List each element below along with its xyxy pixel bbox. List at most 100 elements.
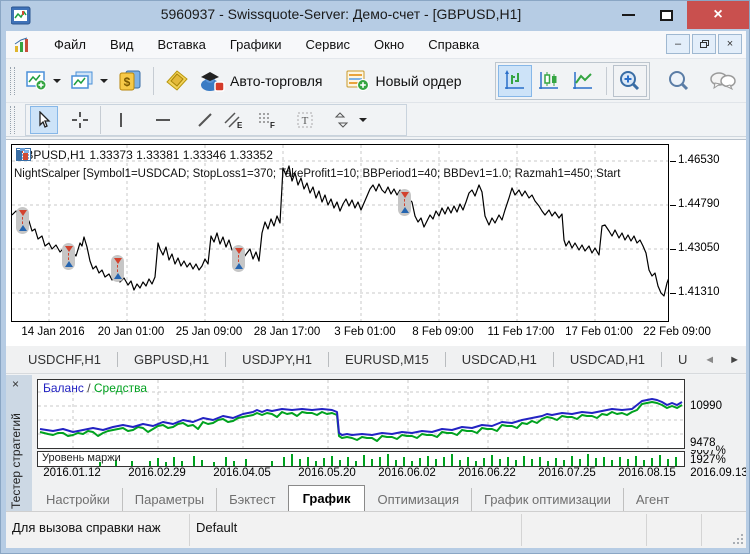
autotrading-icon bbox=[199, 70, 225, 92]
trade-connector bbox=[22, 217, 23, 224]
svg-text:E: E bbox=[237, 121, 243, 129]
tester-close-icon[interactable]: × bbox=[12, 377, 19, 391]
new-chart-dropdown-icon[interactable] bbox=[53, 79, 61, 83]
app-icon bbox=[11, 5, 32, 26]
candlestick-chart-button[interactable] bbox=[532, 65, 566, 97]
equidistant-channel-tool-button[interactable]: E bbox=[219, 106, 247, 134]
buy-arrow-icon bbox=[114, 273, 122, 279]
tab-scroll-left-icon[interactable]: ◄ bbox=[704, 354, 715, 366]
tester-tab-optimization-graph[interactable]: График оптимизации bbox=[471, 488, 623, 511]
profiles-dropdown-icon[interactable] bbox=[100, 79, 108, 83]
toolbar-separator bbox=[153, 67, 154, 95]
trade-marker bbox=[232, 245, 245, 272]
menu-tools[interactable]: Сервис bbox=[294, 37, 363, 52]
chart-tab-usdchf[interactable]: USDCHF,H1 bbox=[12, 352, 117, 367]
chart-tab-usdcad-1[interactable]: USDCAD,H1 bbox=[445, 352, 553, 367]
sell-arrow-icon bbox=[401, 192, 409, 198]
bar-chart-button[interactable] bbox=[498, 65, 532, 97]
mdi-minimize-button[interactable]: – bbox=[666, 34, 690, 54]
price-chart[interactable]: GBPUSD,H1 1.33373 1.33381 1.33346 1.3335… bbox=[11, 144, 669, 322]
tab-scroll-right-icon[interactable]: ► bbox=[729, 354, 740, 366]
cursor-tool-button[interactable] bbox=[30, 106, 58, 134]
menu-window[interactable]: Окно bbox=[362, 37, 416, 52]
toolbar-drag-handle[interactable] bbox=[10, 106, 15, 134]
horizontal-line-tool-button[interactable] bbox=[149, 106, 177, 134]
chart-tab-usdcad-2[interactable]: USDCAD,H1 bbox=[553, 352, 661, 367]
menu-view[interactable]: Вид bbox=[98, 37, 146, 52]
menu-charts[interactable]: Графики bbox=[218, 37, 294, 52]
trade-connector bbox=[117, 265, 118, 272]
menu-insert[interactable]: Вставка bbox=[146, 37, 218, 52]
tester-tab-agent[interactable]: Агент bbox=[623, 488, 682, 511]
title-bar: 5960937 - Swissquote-Server: Демо-счет -… bbox=[1, 1, 749, 31]
cursor-icon bbox=[35, 111, 53, 129]
profiles-icon bbox=[71, 71, 95, 91]
close-button[interactable]: × bbox=[687, 1, 749, 29]
mdi-close-button[interactable]: × bbox=[718, 34, 742, 54]
arrows-icon bbox=[334, 111, 352, 129]
chart-tab-usdjpy[interactable]: USDJPY,H1 bbox=[225, 352, 328, 367]
chart-tab-clipped[interactable]: U bbox=[661, 352, 703, 367]
menu-file[interactable]: Файл bbox=[42, 37, 98, 52]
data-window-button[interactable] bbox=[160, 65, 194, 97]
fibonacci-icon: F bbox=[257, 111, 277, 129]
toolbar-drag-handle[interactable] bbox=[10, 67, 15, 95]
tester-tab-optimization[interactable]: Оптимизация bbox=[365, 488, 471, 511]
trendline-tool-button[interactable] bbox=[191, 106, 219, 134]
maximize-button[interactable] bbox=[649, 1, 683, 29]
arrows-dropdown-icon[interactable] bbox=[359, 118, 367, 122]
window-title: 5960937 - Swissquote-Server: Демо-счет -… bbox=[61, 6, 621, 22]
tester-tab-backtest[interactable]: Бэктест bbox=[216, 488, 288, 511]
autotrading-button[interactable]: Авто-торговля bbox=[194, 65, 327, 97]
arrows-tool-button[interactable] bbox=[329, 106, 357, 134]
zoom-out-button[interactable] bbox=[662, 65, 696, 97]
close-icon: × bbox=[713, 6, 722, 24]
margin-level-chart[interactable]: Уровень маржи bbox=[37, 451, 685, 467]
y-axis-tick bbox=[670, 205, 676, 206]
zoom-in-button[interactable] bbox=[613, 65, 647, 97]
chart-tab-gbpusd[interactable]: GBPUSD,H1 bbox=[117, 352, 225, 367]
autotrading-label: Авто-торговля bbox=[228, 73, 322, 89]
x-axis-label: 8 Feb 09:00 bbox=[412, 326, 473, 338]
y-axis-tick bbox=[670, 293, 676, 294]
new-order-icon bbox=[346, 70, 370, 92]
resize-grip[interactable] bbox=[741, 542, 743, 544]
new-order-button[interactable]: Новый ордер bbox=[341, 65, 466, 97]
tester-y-axis-label: 10990 bbox=[690, 401, 722, 413]
sell-arrow-icon bbox=[235, 248, 243, 254]
text-tool-button[interactable]: T bbox=[291, 106, 319, 134]
menu-help[interactable]: Справка bbox=[416, 37, 491, 52]
profiles-button[interactable] bbox=[66, 65, 113, 97]
tester-tab-parameters[interactable]: Параметры bbox=[122, 488, 216, 511]
menu-app-icon[interactable] bbox=[14, 37, 32, 53]
mdi-restore-button[interactable] bbox=[692, 34, 716, 54]
tester-title-strip: × Тестер стратегий bbox=[6, 375, 32, 511]
chat-button[interactable] bbox=[704, 65, 742, 97]
zoom-out-icon bbox=[667, 70, 691, 92]
tester-tab-settings[interactable]: Настройки bbox=[34, 488, 122, 511]
tester-x-axis-label: 2016.04.05 bbox=[213, 467, 271, 479]
legend-balance: Баланс bbox=[43, 381, 84, 395]
trade-connector bbox=[68, 253, 69, 260]
chart-info-line: GBPUSD,H1 1.33373 1.33381 1.33346 1.3335… bbox=[16, 148, 273, 162]
market-watch-button[interactable]: $ bbox=[113, 65, 147, 97]
tester-panel-title: Тестер стратегий bbox=[9, 397, 23, 509]
vertical-line-tool-button[interactable] bbox=[107, 106, 135, 134]
balance-chart[interactable]: Баланс / Средства bbox=[37, 379, 685, 449]
toolbar-standard: $ Авто-торговля Новый ордер bbox=[6, 59, 746, 103]
minimize-button[interactable] bbox=[611, 1, 645, 29]
chart-tab-eurusd[interactable]: EURUSD,M15 bbox=[328, 352, 445, 367]
y-axis-label: 1.41310 bbox=[678, 286, 720, 298]
market-watch-icon: $ bbox=[118, 70, 142, 92]
new-chart-button[interactable] bbox=[21, 65, 66, 97]
y-axis-label: 1.44790 bbox=[678, 198, 720, 210]
crosshair-tool-button[interactable] bbox=[66, 106, 94, 134]
tester-x-axis-label: 2016.06.02 bbox=[378, 467, 436, 479]
buy-arrow-icon bbox=[401, 207, 409, 213]
chat-icon bbox=[709, 70, 737, 92]
fibonacci-tool-button[interactable]: F bbox=[253, 106, 281, 134]
tester-tab-graph[interactable]: График bbox=[288, 485, 366, 511]
toolbar-line-studies: E F T bbox=[6, 103, 746, 137]
window-client-area: Файл Вид Вставка Графики Сервис Окно Спр… bbox=[6, 31, 746, 548]
line-chart-button[interactable] bbox=[566, 65, 600, 97]
